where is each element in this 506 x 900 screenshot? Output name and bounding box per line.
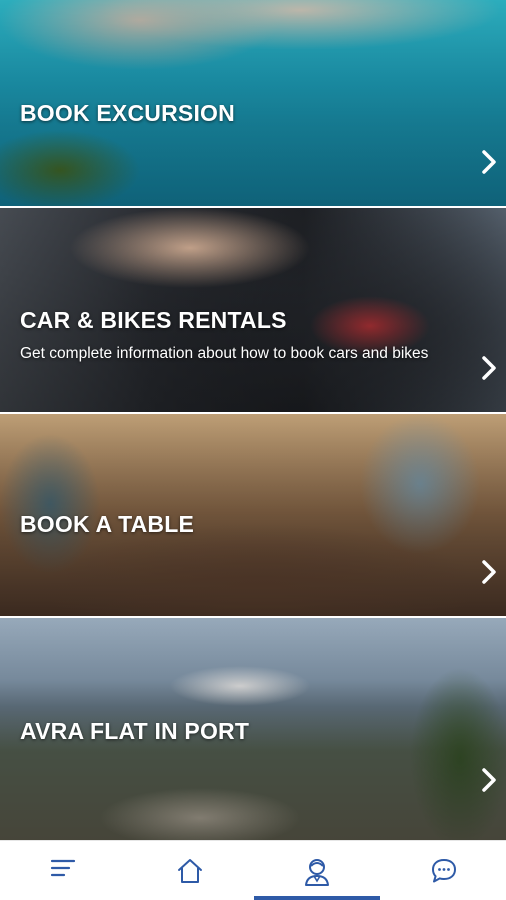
nav-concierge-button[interactable] [254,841,380,900]
card-subtitle: Get complete information about how to bo… [20,345,429,362]
nav-chat-button[interactable] [381,841,506,900]
selected-tab-indicator [254,896,380,900]
card-car-bikes-rentals[interactable]: CAR & BIKES RENTALS Get complete informa… [0,208,506,412]
nav-home-button[interactable] [127,841,253,900]
nav-menu-button[interactable] [0,841,126,900]
card-title: AVRA FLAT IN PORT [20,718,250,744]
concierge-icon [305,859,329,886]
card-book-excursion[interactable]: BOOK EXCURSION [0,0,506,206]
bottom-navigation [0,840,506,900]
card-title: BOOK EXCURSION [20,100,235,126]
chevron-right-icon [482,150,496,174]
chevron-right-icon [482,560,496,584]
chevron-right-icon [482,356,496,380]
menu-icon [50,859,76,877]
card-avra-flat-in-port[interactable]: AVRA FLAT IN PORT [0,618,506,840]
chevron-right-icon [482,768,496,792]
chat-icon [432,859,456,883]
card-title: BOOK A TABLE [20,511,195,537]
card-book-a-table[interactable]: BOOK A TABLE [0,414,506,616]
home-icon [178,859,202,883]
card-title: CAR & BIKES RENTALS [20,307,287,333]
